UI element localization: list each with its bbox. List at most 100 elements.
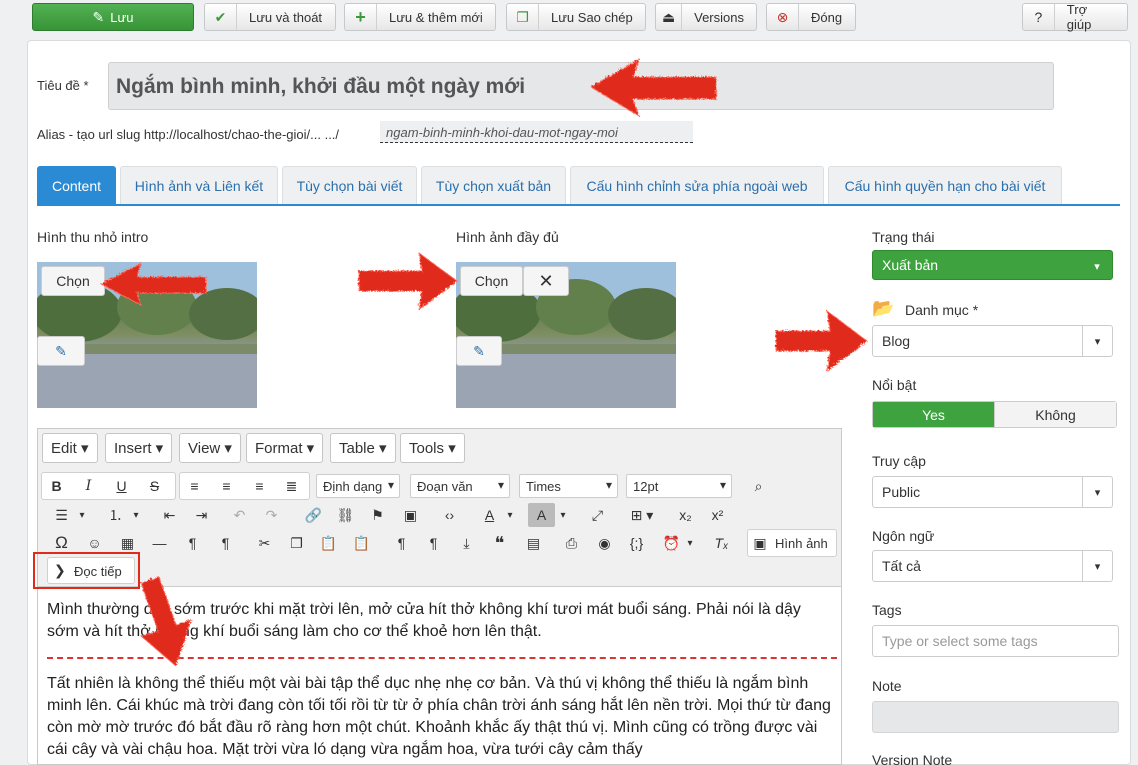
versions-button[interactable]: ⏏ Versions [655,3,757,31]
datetime-icon[interactable]: ⏰ [658,531,685,555]
note-input[interactable] [872,701,1119,733]
close-button[interactable]: ⊗ Đóng [766,3,856,31]
language-select[interactable]: Tất cả ▾ [872,550,1113,582]
chevron-down-icon[interactable]: ▾ [503,503,517,527]
clear-format-icon[interactable]: Tₓ [708,531,735,555]
editor-content[interactable]: Mình thường dậy sớm trước khi mặt trời l… [47,599,837,761]
category-label: Danh mục * [905,302,979,318]
table-icon[interactable]: ⊞ ▾ [624,503,660,527]
undo-icon[interactable]: ↶ [226,503,253,527]
chevron-down-icon[interactable]: ▾ [556,503,570,527]
find-icon[interactable]: ⌕ [745,474,772,498]
tab-publishing[interactable]: Tùy chọn xuất bản [421,166,566,204]
menu-view[interactable]: View ▾ [179,433,241,463]
blockquote-icon[interactable]: ❝ [486,531,513,555]
edit-icon: ✎ [92,8,105,25]
intro-choose-button[interactable]: Chọn [41,266,105,296]
bullet-list-icon[interactable]: ☰ [48,503,75,527]
chevron-down-icon[interactable]: ▾ [128,503,144,527]
insert-icon[interactable]: ⤓ [453,531,480,555]
menu-format[interactable]: Format ▾ [246,433,324,463]
bold-icon[interactable]: B [43,474,70,498]
unlink-icon[interactable]: ⛓ [332,503,359,527]
chevron-down-icon[interactable]: ▾ [683,531,697,555]
format-select[interactable]: Định dạng [316,474,400,498]
copy-icon: ❐ [507,4,539,30]
nonbreaking-icon[interactable]: ¶ [420,531,447,555]
status-select[interactable]: Xuất bản ▾ [872,250,1113,280]
font-select[interactable]: Times [519,474,618,498]
image-button-label: Hình ảnh [775,536,828,551]
rtl-icon[interactable]: ¶ [212,531,239,555]
title-input[interactable]: Ngắm bình minh, khởi đầu một ngày mới [108,62,1054,110]
redo-icon[interactable]: ↷ [258,503,285,527]
featured-yes-button[interactable]: Yes [873,402,995,427]
size-select[interactable]: 12pt [626,474,732,498]
remove-image-icon[interactable]: ✕ [523,266,569,296]
category-select[interactable]: Blog ▾ [872,325,1113,357]
chevron-down-icon: ▾ [1082,477,1112,507]
paste-text-icon[interactable]: 📋 [348,531,375,555]
featured-label: Nổi bật [872,377,917,393]
image-icon[interactable]: ▣ [397,503,424,527]
align-left-icon[interactable]: ≡ [181,474,208,498]
chevron-down-icon[interactable]: ▾ [74,503,90,527]
align-justify-icon[interactable]: ≣ [278,474,305,498]
menu-edit[interactable]: Edit ▾ [42,433,98,463]
top-toolbar: ✎ Lưu ✔ Lưu và thoát + Lưu & thêm mới ❐ Lưu … [0,0,1138,38]
fullscreen-icon[interactable]: ⤢ [584,503,611,527]
save-new-button[interactable]: + Lưu & thêm mới [344,3,496,31]
full-choose-button[interactable]: Chọn [460,266,523,296]
featured-toggle: Yes Không [872,401,1117,428]
outdent-icon[interactable]: ⇤ [156,503,183,527]
paste-icon[interactable]: 📋 [315,531,342,555]
save-button[interactable]: ✎ Lưu [32,3,194,31]
pilcrow-icon[interactable]: ¶ [388,531,415,555]
indent-icon[interactable]: ⇥ [188,503,215,527]
ltr-icon[interactable]: ¶ [179,531,206,555]
intro-edit-icon[interactable]: ✎ [37,336,85,366]
block-select[interactable]: Đoạn văn [410,474,510,498]
bookmark-icon[interactable]: ⚑ [364,503,391,527]
hr-icon[interactable]: — [146,531,173,555]
source-code-icon[interactable]: {;} [623,531,650,555]
italic-icon[interactable]: I [75,474,102,498]
featured-no-button[interactable]: Không [995,402,1116,427]
template-icon[interactable]: ▤ [520,531,547,555]
bg-color-icon[interactable]: A [528,503,555,527]
text-color-icon[interactable]: A [476,503,503,527]
close-circle-icon: ⊗ [767,4,799,30]
cut-icon[interactable]: ✂ [251,531,278,555]
menu-insert[interactable]: Insert ▾ [105,433,173,463]
underline-icon[interactable]: U [108,474,135,498]
code-icon[interactable]: ‹› [436,503,463,527]
chevron-down-icon: ▾ [1094,260,1100,273]
save-close-button[interactable]: ✔ Lưu và thoát [204,3,336,31]
tab-frontend-edit[interactable]: Cấu hình chỉnh sửa phía ngoài web [570,166,824,204]
copy-icon[interactable]: ❐ [283,531,310,555]
rich-text-editor: Edit ▾ Insert ▾ View ▾ Format ▾ Table ▾ … [33,428,842,765]
help-button[interactable]: ? Trợ giúp [1022,2,1128,32]
save-copy-button[interactable]: ❐ Lưu Sao chép [506,3,646,31]
menu-table[interactable]: Table ▾ [330,433,396,463]
access-select[interactable]: Public ▾ [872,476,1113,508]
strikethrough-icon[interactable]: S [141,474,168,498]
tab-permissions[interactable]: Cấu hình quyền hạn cho bài viết [828,166,1062,204]
link-icon[interactable]: 🔗 [300,503,327,527]
subscript-icon[interactable]: x₂ [672,503,699,527]
numbered-list-icon[interactable]: ⒈ [102,503,129,527]
tab-article-options[interactable]: Tùy chọn bài viết [282,166,417,204]
preview-icon[interactable]: ◉ [591,531,618,555]
menu-tools[interactable]: Tools ▾ [400,433,465,463]
superscript-icon[interactable]: x² [704,503,731,527]
tab-content[interactable]: Content [37,166,116,204]
tags-input[interactable]: Type or select some tags [872,625,1119,657]
full-edit-icon[interactable]: ✎ [456,336,502,366]
alias-input[interactable]: ngam-binh-minh-khoi-dau-mot-ngay-moi [380,121,693,143]
align-center-icon[interactable]: ≡ [213,474,240,498]
chevron-down-icon: ▾ [1082,551,1112,581]
print-icon[interactable]: ⎙ [558,531,585,555]
tab-images-links[interactable]: Hình ảnh và Liên kết [120,166,278,204]
archive-icon: ⏏ [656,4,683,30]
align-right-icon[interactable]: ≡ [246,474,273,498]
